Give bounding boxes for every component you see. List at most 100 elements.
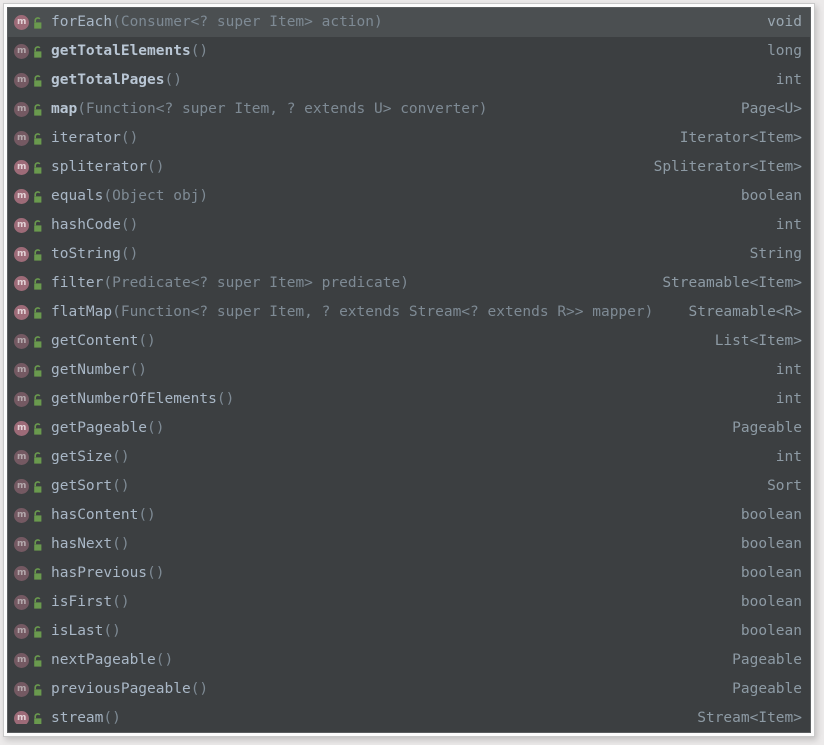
- completion-item[interactable]: misLast()boolean: [8, 617, 810, 646]
- completion-item-name: isFirst: [51, 594, 112, 610]
- completion-item-list[interactable]: mforEach(Consumer<? super Item> action)v…: [8, 8, 810, 732]
- completion-item-name: getTotalPages: [51, 72, 165, 88]
- completion-item-name: iterator: [51, 130, 121, 146]
- method-icon: m: [14, 73, 29, 88]
- method-icon: m: [14, 102, 29, 117]
- completion-item-signature: hasContent(): [51, 501, 727, 530]
- completion-item-parameters: (): [147, 420, 164, 436]
- completion-item-signature: previousPageable(): [51, 675, 718, 704]
- completion-item[interactable]: mgetNumberOfElements()int: [8, 385, 810, 414]
- completion-item[interactable]: mgetPageable()Pageable: [8, 414, 810, 443]
- completion-item-return-type: boolean: [727, 501, 802, 530]
- completion-item-signature: hasNext(): [51, 530, 727, 559]
- completion-item[interactable]: mhasNext()boolean: [8, 530, 810, 559]
- completion-item-return-type: Iterator<Item>: [666, 124, 802, 153]
- completion-item-parameters: (): [121, 246, 138, 262]
- completion-item-parameters: (Consumer<? super Item> action): [112, 14, 383, 30]
- public-lock-icon: [32, 364, 45, 378]
- method-icon: m: [14, 392, 29, 407]
- completion-item-signature: getNumberOfElements(): [51, 385, 762, 414]
- completion-item-return-type: boolean: [727, 559, 802, 588]
- completion-item[interactable]: mnextPageable()Pageable: [8, 646, 810, 675]
- public-lock-icon: [32, 74, 45, 88]
- completion-item[interactable]: m iterator() Iterator<Item>: [8, 124, 810, 153]
- completion-item[interactable]: mgetTotalPages()int: [8, 66, 810, 95]
- completion-item-name: getSize: [51, 449, 112, 465]
- method-icon: m: [14, 450, 29, 465]
- completion-item-return-type: Spliterator<Item>: [640, 153, 802, 182]
- public-lock-icon: [32, 16, 45, 30]
- completion-item[interactable]: mspliterator()Spliterator<Item>: [8, 153, 810, 182]
- completion-item-return-type: int: [762, 443, 802, 472]
- completion-item-signature: map(Function<? super Item, ? extends U> …: [51, 95, 727, 124]
- method-icon: m: [14, 508, 29, 523]
- completion-item-parameters: (): [165, 72, 182, 88]
- public-lock-icon: [32, 132, 45, 146]
- completion-item[interactable]: mtoString()String: [8, 240, 810, 269]
- public-lock-icon: [32, 567, 45, 581]
- public-lock-icon: [32, 625, 45, 639]
- completion-item[interactable]: mgetTotalElements()long: [8, 37, 810, 66]
- method-icon: m: [14, 131, 29, 146]
- public-lock-icon: [32, 335, 45, 349]
- completion-item-return-type: int: [762, 211, 802, 240]
- completion-item[interactable]: mpreviousPageable()Pageable: [8, 675, 810, 704]
- public-lock-icon: [32, 161, 45, 175]
- completion-item-return-type: int: [762, 356, 802, 385]
- completion-item-signature: getTotalPages(): [51, 66, 762, 95]
- method-icon: m: [14, 624, 29, 639]
- completion-item-return-type: int: [762, 66, 802, 95]
- method-icon: m: [14, 334, 29, 349]
- completion-item[interactable]: mhasPrevious()boolean: [8, 559, 810, 588]
- completion-item-return-type: Pageable: [718, 675, 802, 704]
- completion-item-signature: isFirst(): [51, 588, 727, 617]
- completion-item[interactable]: mgetSize()int: [8, 443, 810, 472]
- completion-item-signature: filter(Predicate<? super Item> predicate…: [51, 269, 648, 298]
- completion-popup[interactable]: mforEach(Consumer<? super Item> action)v…: [7, 7, 811, 733]
- public-lock-icon: [32, 654, 45, 668]
- public-lock-icon: [32, 683, 45, 697]
- public-lock-icon: [32, 509, 45, 523]
- completion-item-parameters: (): [191, 43, 208, 59]
- completion-item-parameters: (): [156, 652, 173, 668]
- completion-item[interactable]: mgetContent()List<Item>: [8, 327, 810, 356]
- completion-item-name: equals: [51, 188, 103, 204]
- completion-item[interactable]: mflatMap(Function<? super Item, ? extend…: [8, 298, 810, 327]
- completion-item-return-type: String: [736, 240, 802, 269]
- completion-item-name: toString: [51, 246, 121, 262]
- completion-item[interactable]: m hasContent()boolean: [8, 501, 810, 530]
- completion-item-return-type: Sort: [753, 472, 802, 501]
- popup-bottom-clipped-strip: [8, 724, 810, 732]
- public-lock-icon: [32, 538, 45, 552]
- completion-item-parameters: (): [112, 536, 129, 552]
- public-lock-icon: [32, 190, 45, 204]
- completion-item-return-type: Page<U>: [727, 95, 802, 124]
- completion-item-return-type: boolean: [727, 588, 802, 617]
- completion-item-parameters: (): [121, 130, 138, 146]
- completion-item[interactable]: mhashCode()int: [8, 211, 810, 240]
- completion-item-return-type: Pageable: [718, 646, 802, 675]
- completion-item[interactable]: m map(Function<? super Item, ? extends U>…: [8, 95, 810, 124]
- completion-item-parameters: (): [217, 391, 234, 407]
- completion-item[interactable]: mgetNumber()int: [8, 356, 810, 385]
- completion-item[interactable]: mfilter(Predicate<? super Item> predicat…: [8, 269, 810, 298]
- completion-item-name: nextPageable: [51, 652, 156, 668]
- completion-item-parameters: (Function<? super Item, ? extends Stream…: [112, 304, 653, 320]
- method-icon: m: [14, 537, 29, 552]
- completion-item-name: getTotalElements: [51, 43, 191, 59]
- completion-item[interactable]: mequals(Object obj)boolean: [8, 182, 810, 211]
- completion-item-name: hasNext: [51, 536, 112, 552]
- completion-item-parameters: (): [121, 217, 138, 233]
- method-icon: m: [14, 421, 29, 436]
- completion-item-parameters: (): [147, 565, 164, 581]
- completion-item[interactable]: mforEach(Consumer<? super Item> action)v…: [8, 8, 810, 37]
- completion-item[interactable]: mgetSort()Sort: [8, 472, 810, 501]
- completion-item-name: isLast: [51, 623, 103, 639]
- completion-item-parameters: (Predicate<? super Item> predicate): [103, 275, 409, 291]
- completion-item-parameters: (): [112, 478, 129, 494]
- completion-item-signature: getTotalElements(): [51, 37, 753, 66]
- method-icon: m: [14, 305, 29, 320]
- completion-item[interactable]: misFirst()boolean: [8, 588, 810, 617]
- completion-item-return-type: boolean: [727, 182, 802, 211]
- completion-item-parameters: (): [112, 594, 129, 610]
